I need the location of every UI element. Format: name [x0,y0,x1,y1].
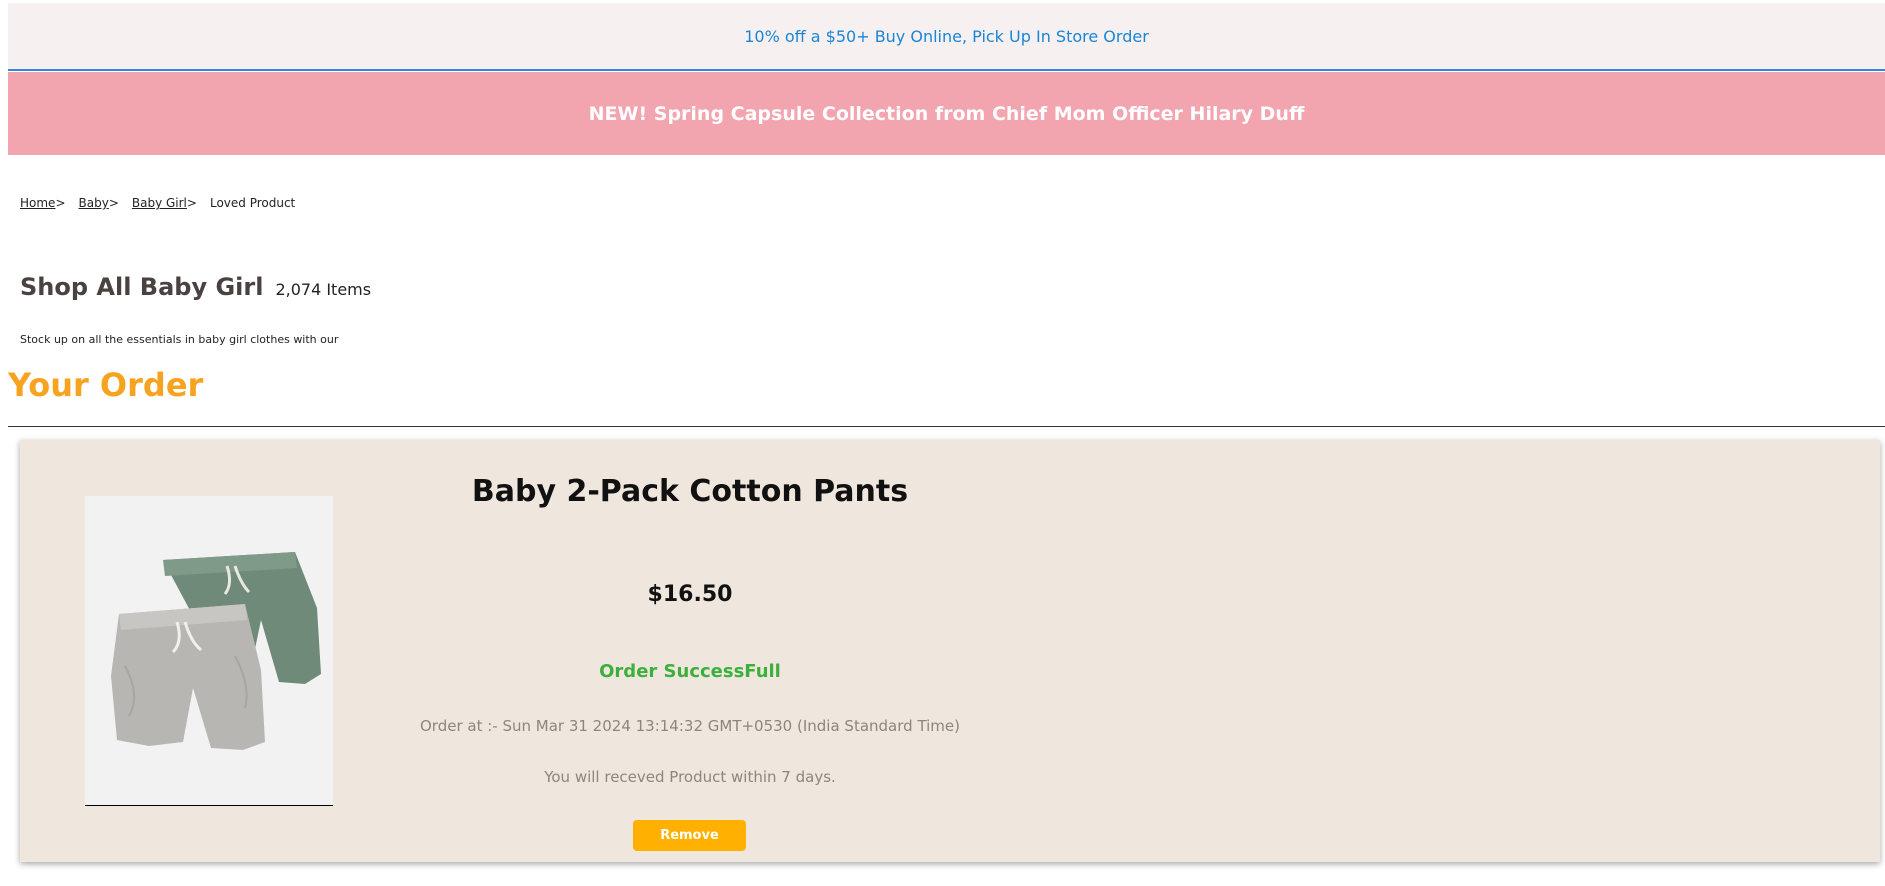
item-count: 2,074 Items [275,280,372,299]
product-image-illustration [85,496,333,805]
page: 10% off a $50+ Buy Online, Pick Up In St… [0,0,1885,886]
breadcrumb-separator: > [186,196,197,210]
product-price: $16.50 [647,582,733,607]
remove-button[interactable]: Remove [633,820,746,851]
section-divider [8,426,1885,427]
breadcrumb-separator: > [108,196,119,210]
promo-link[interactable]: 10% off a $50+ Buy Online, Pick Up In St… [744,27,1149,46]
order-card: Baby 2-Pack Cotton Pants $16.50 Order Su… [20,440,1880,862]
product-name: Baby 2-Pack Cotton Pants [471,474,909,509]
order-heading: Your Order [8,366,204,404]
delivery-note: You will receved Product within 7 days. [544,768,836,786]
product-image [85,496,333,806]
promo-bar: 10% off a $50+ Buy Online, Pick Up In St… [8,3,1885,71]
breadcrumb-separator: > [55,196,66,210]
category-description: Stock up on all the essentials in baby g… [20,333,340,346]
collection-banner-text: NEW! Spring Capsule Collection from Chie… [588,102,1305,125]
collection-banner[interactable]: NEW! Spring Capsule Collection from Chie… [8,72,1885,155]
breadcrumb-baby[interactable]: Baby [79,196,109,210]
breadcrumb: Home > Baby > Baby Girl > Loved Product [20,196,295,210]
breadcrumb-current: Loved Product [209,196,296,210]
order-status: Order SuccessFull [599,661,781,682]
breadcrumb-home[interactable]: Home [20,196,55,210]
order-timestamp: Order at :- Sun Mar 31 2024 13:14:32 GMT… [419,717,960,735]
category-title: Shop All Baby Girl [20,273,264,301]
product-info: Baby 2-Pack Cotton Pants $16.50 Order Su… [400,440,980,862]
breadcrumb-baby-girl[interactable]: Baby Girl [132,196,187,210]
category-heading: Shop All Baby Girl 2,074 Items [20,273,371,301]
